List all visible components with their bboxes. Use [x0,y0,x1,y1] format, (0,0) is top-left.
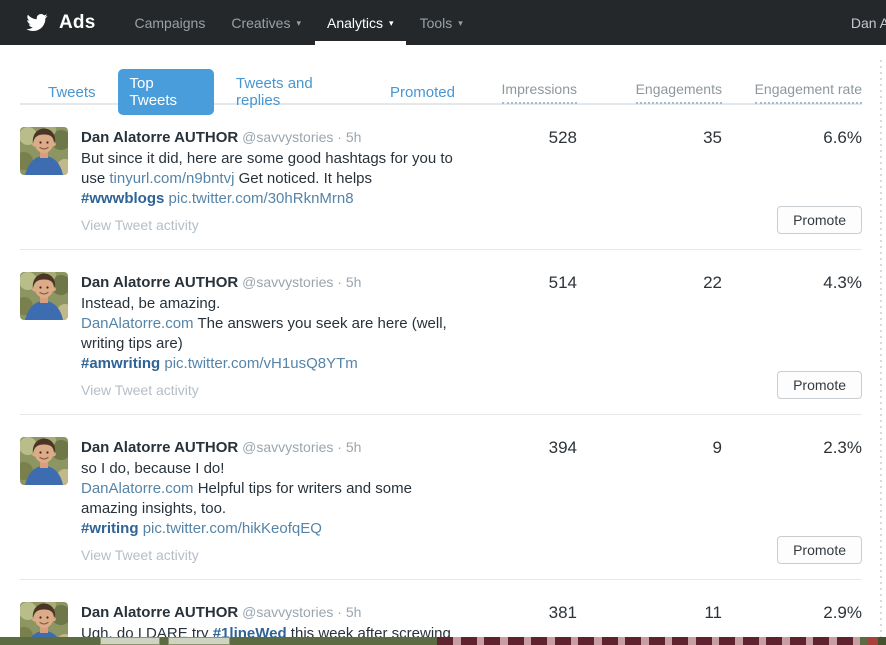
tweet-text-segment: so I do, because I do! [81,460,225,477]
promote-button[interactable]: Promote [777,206,862,234]
impressions-value: 528 [548,128,577,147]
engagements-value: 22 [703,273,722,292]
brand-name: Ads [59,11,96,33]
chevron-down-icon: ▾ [296,18,301,28]
engagements-value: 35 [703,128,722,147]
tweet-byline: Dan Alatorre AUTHOR @savvystories · 5h [81,272,467,293]
view-tweet-activity-link[interactable]: View Tweet activity [81,547,199,563]
tweet-hashtag-link[interactable]: #amwriting [81,355,160,372]
tweet-url-link[interactable]: pic.twitter.com/30hRknMrn8 [169,190,354,207]
strip-pink-image [437,637,860,645]
avatar[interactable] [20,272,68,320]
tweet-hashtag-link[interactable]: #writing [81,520,139,537]
view-tweet-activity-link[interactable]: View Tweet activity [81,382,199,398]
tweet-author-name[interactable]: Dan Alatorre AUTHOR [81,604,238,621]
twitter-ads-analytics-page: Ads Campaigns Creatives ▾ Analytics ▾ Tools ▾ … [0,0,886,645]
tweet-url-link[interactable]: pic.twitter.com/hikKeofqEQ [143,520,322,537]
cropped-image-strip [0,637,886,645]
nav-menu: Campaigns Creatives ▾ Analytics ▾ Tools ▾ [122,0,476,45]
twitter-logo-icon [26,13,48,32]
nav-item-campaigns[interactable]: Campaigns [122,0,219,45]
tweet-byline: Dan Alatorre AUTHOR @savvystories · 5h [81,127,467,148]
tabs-and-columns-header: Tweets Top Tweets Tweets and replies Promot… [20,45,862,115]
strip-button-left [100,637,160,645]
scrollbar-dotted-edge[interactable] [880,60,882,645]
column-header-engagement-rate: Engagement rate [722,81,862,104]
account-name[interactable]: Dan A [851,15,886,31]
tweet-text: so I do, because I do! DanAlatorre.com He… [81,459,467,539]
avatar[interactable] [20,437,68,485]
tweet-text: Instead, be amazing. DanAlatorre.com The … [81,294,467,374]
tweet-author-handle[interactable]: @savvystories [242,274,333,290]
analytics-content: Tweets Top Tweets Tweets and replies Promot… [0,45,886,645]
tweet-row: Dan Alatorre AUTHOR @savvystories · 5h I… [20,250,862,415]
column-header-engagements: Engagements [577,81,722,104]
tweet-author-name[interactable]: Dan Alatorre AUTHOR [81,274,238,291]
impressions-value: 514 [548,273,577,292]
tweet-url-link[interactable]: DanAlatorre.com [81,315,194,332]
tweet-text-segment: Instead, be amazing. [81,295,221,312]
tweet-author-handle[interactable]: @savvystories [242,439,333,455]
tweet-row: Dan Alatorre AUTHOR @savvystories · 5h B… [20,105,862,250]
promote-button[interactable]: Promote [777,536,862,564]
tweet-timestamp: · 5h [337,129,362,145]
top-navbar: Ads Campaigns Creatives ▾ Analytics ▾ Tools ▾ … [0,0,886,45]
tweet-text: But since it did, here are some good has… [81,149,467,209]
tweet-timestamp: · 5h [337,604,362,620]
tweet-timestamp: · 5h [337,274,362,290]
chevron-down-icon: ▾ [389,18,394,28]
tab-promoted[interactable]: Promoted [378,78,467,107]
nav-item-creatives[interactable]: Creatives ▾ [218,0,314,45]
tweet-byline: Dan Alatorre AUTHOR @savvystories · 5h [81,437,467,458]
tweet-row: Dan Alatorre AUTHOR @savvystories · 5h s… [20,415,862,580]
tweet-author-handle[interactable]: @savvystories [242,604,333,620]
tweet-author-name[interactable]: Dan Alatorre AUTHOR [81,439,238,456]
avatar[interactable] [20,127,68,175]
engagements-value: 9 [712,438,722,457]
tweet-timestamp: · 5h [337,439,362,455]
column-header-impressions: Impressions [467,81,577,104]
brand[interactable]: Ads [24,12,96,34]
tweet-row: Dan Alatorre AUTHOR @savvystories · 5h U… [20,580,862,645]
tweet-author-handle[interactable]: @savvystories [242,129,333,145]
view-tweet-activity-link[interactable]: View Tweet activity [81,217,199,233]
tweet-byline: Dan Alatorre AUTHOR @savvystories · 5h [81,602,467,623]
tweet-hashtag-link[interactable]: #wwwblogs [81,190,164,207]
tweet-url-link[interactable]: DanAlatorre.com [81,480,194,497]
strip-button-right [168,637,230,645]
tweet-list: Dan Alatorre AUTHOR @savvystories · 5h B… [20,105,862,645]
tweet-url-link[interactable]: pic.twitter.com/vH1usQ8YTm [164,355,357,372]
tweet-author-name[interactable]: Dan Alatorre AUTHOR [81,129,238,146]
nav-item-tools[interactable]: Tools ▾ [407,0,476,45]
strip-edge-green [878,637,886,645]
tab-tweets[interactable]: Tweets [36,78,108,107]
tweet-text-segment: Get noticed. It helps [234,170,372,187]
chevron-down-icon: ▾ [458,18,463,28]
strip-edge-red [867,637,878,645]
promote-button[interactable]: Promote [777,371,862,399]
impressions-value: 394 [548,438,577,457]
tweet-url-link[interactable]: tinyurl.com/n9bntvj [109,170,234,187]
nav-item-analytics[interactable]: Analytics ▾ [314,0,407,45]
